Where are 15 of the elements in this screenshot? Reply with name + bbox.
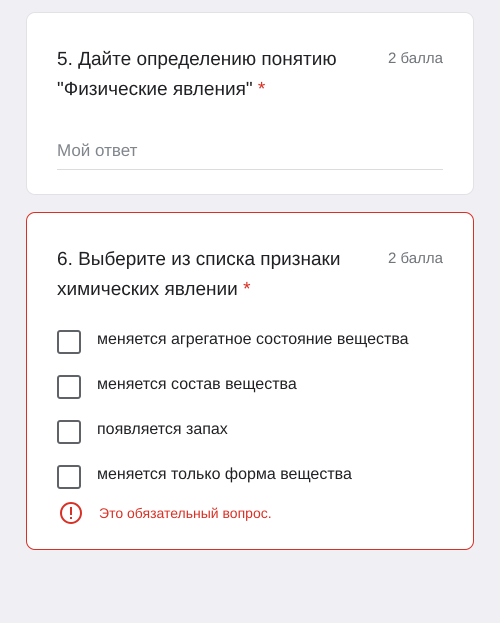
option-label: меняется состав вещества	[97, 375, 297, 395]
option-label: меняется агрегатное состояние вещества	[97, 330, 409, 350]
checkbox[interactable]	[57, 465, 81, 489]
question-title: 5. Дайте определению понятию "Физические явления" *	[57, 48, 338, 102]
error-message: Это обязательный вопрос.	[99, 505, 272, 521]
checkbox[interactable]	[57, 330, 81, 354]
error-icon	[59, 501, 83, 525]
points-label: 2 балла	[388, 49, 443, 67]
checkbox[interactable]	[57, 420, 81, 444]
answer-field[interactable]: Мой ответ	[57, 135, 443, 170]
points-label: 2 балла	[388, 249, 443, 267]
checkbox[interactable]	[57, 375, 81, 399]
option-label: появляется запах	[97, 420, 228, 440]
option-label: меняется только форма вещества	[97, 465, 352, 485]
question-title: 6. Выберите из списка признаки химических явлении *	[57, 248, 342, 302]
